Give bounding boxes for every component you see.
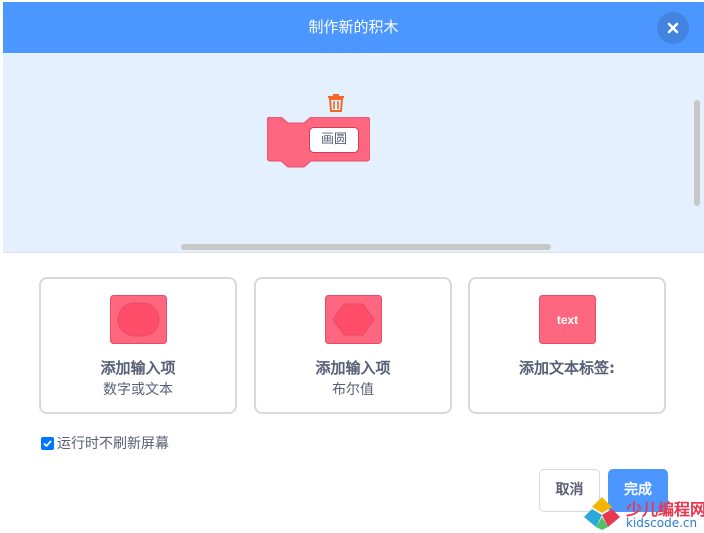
add-number-text-input-button[interactable]: 添加输入项 数字或文本 <box>39 277 237 414</box>
block-name-input[interactable]: 画圆 <box>309 127 359 153</box>
dialog-title: 制作新的积木 <box>308 18 399 36</box>
round-input-icon <box>110 295 167 344</box>
trash-icon[interactable] <box>327 92 345 112</box>
watermark: 少儿编程网 kidscode.cn <box>582 493 704 533</box>
kidscode-logo-icon <box>584 497 620 530</box>
option-title: 添加输入项 <box>315 359 391 377</box>
text-label-icon: text <box>539 295 596 344</box>
block-preview-workspace: 画圆 <box>3 53 704 253</box>
close-icon <box>667 22 679 34</box>
make-block-dialog: 制作新的积木 画圆 添加输入项 数字或文本 添加输入项 布尔值 text 添加文… <box>3 2 704 533</box>
watermark-url: kidscode.cn <box>626 516 698 530</box>
option-subtitle: 布尔值 <box>332 382 374 398</box>
add-text-label-button[interactable]: text 添加文本标签: <box>468 277 666 414</box>
boolean-input-icon <box>325 295 382 344</box>
close-button[interactable] <box>657 12 689 44</box>
option-title: 添加文本标签: <box>519 359 615 377</box>
horizontal-scrollbar[interactable] <box>181 244 551 250</box>
vertical-scrollbar[interactable] <box>694 100 700 206</box>
text-label-icon-text: text <box>557 313 578 327</box>
run-without-refresh-option: 运行时不刷新屏幕 <box>41 433 169 453</box>
dialog-header: 制作新的积木 <box>3 2 704 53</box>
run-without-refresh-checkbox[interactable] <box>41 436 54 450</box>
add-boolean-input-button[interactable]: 添加输入项 布尔值 <box>254 277 452 414</box>
run-without-refresh-label: 运行时不刷新屏幕 <box>57 436 169 452</box>
option-subtitle: 数字或文本 <box>103 382 173 398</box>
checkmark-icon <box>43 439 52 447</box>
option-title: 添加输入项 <box>100 359 176 377</box>
